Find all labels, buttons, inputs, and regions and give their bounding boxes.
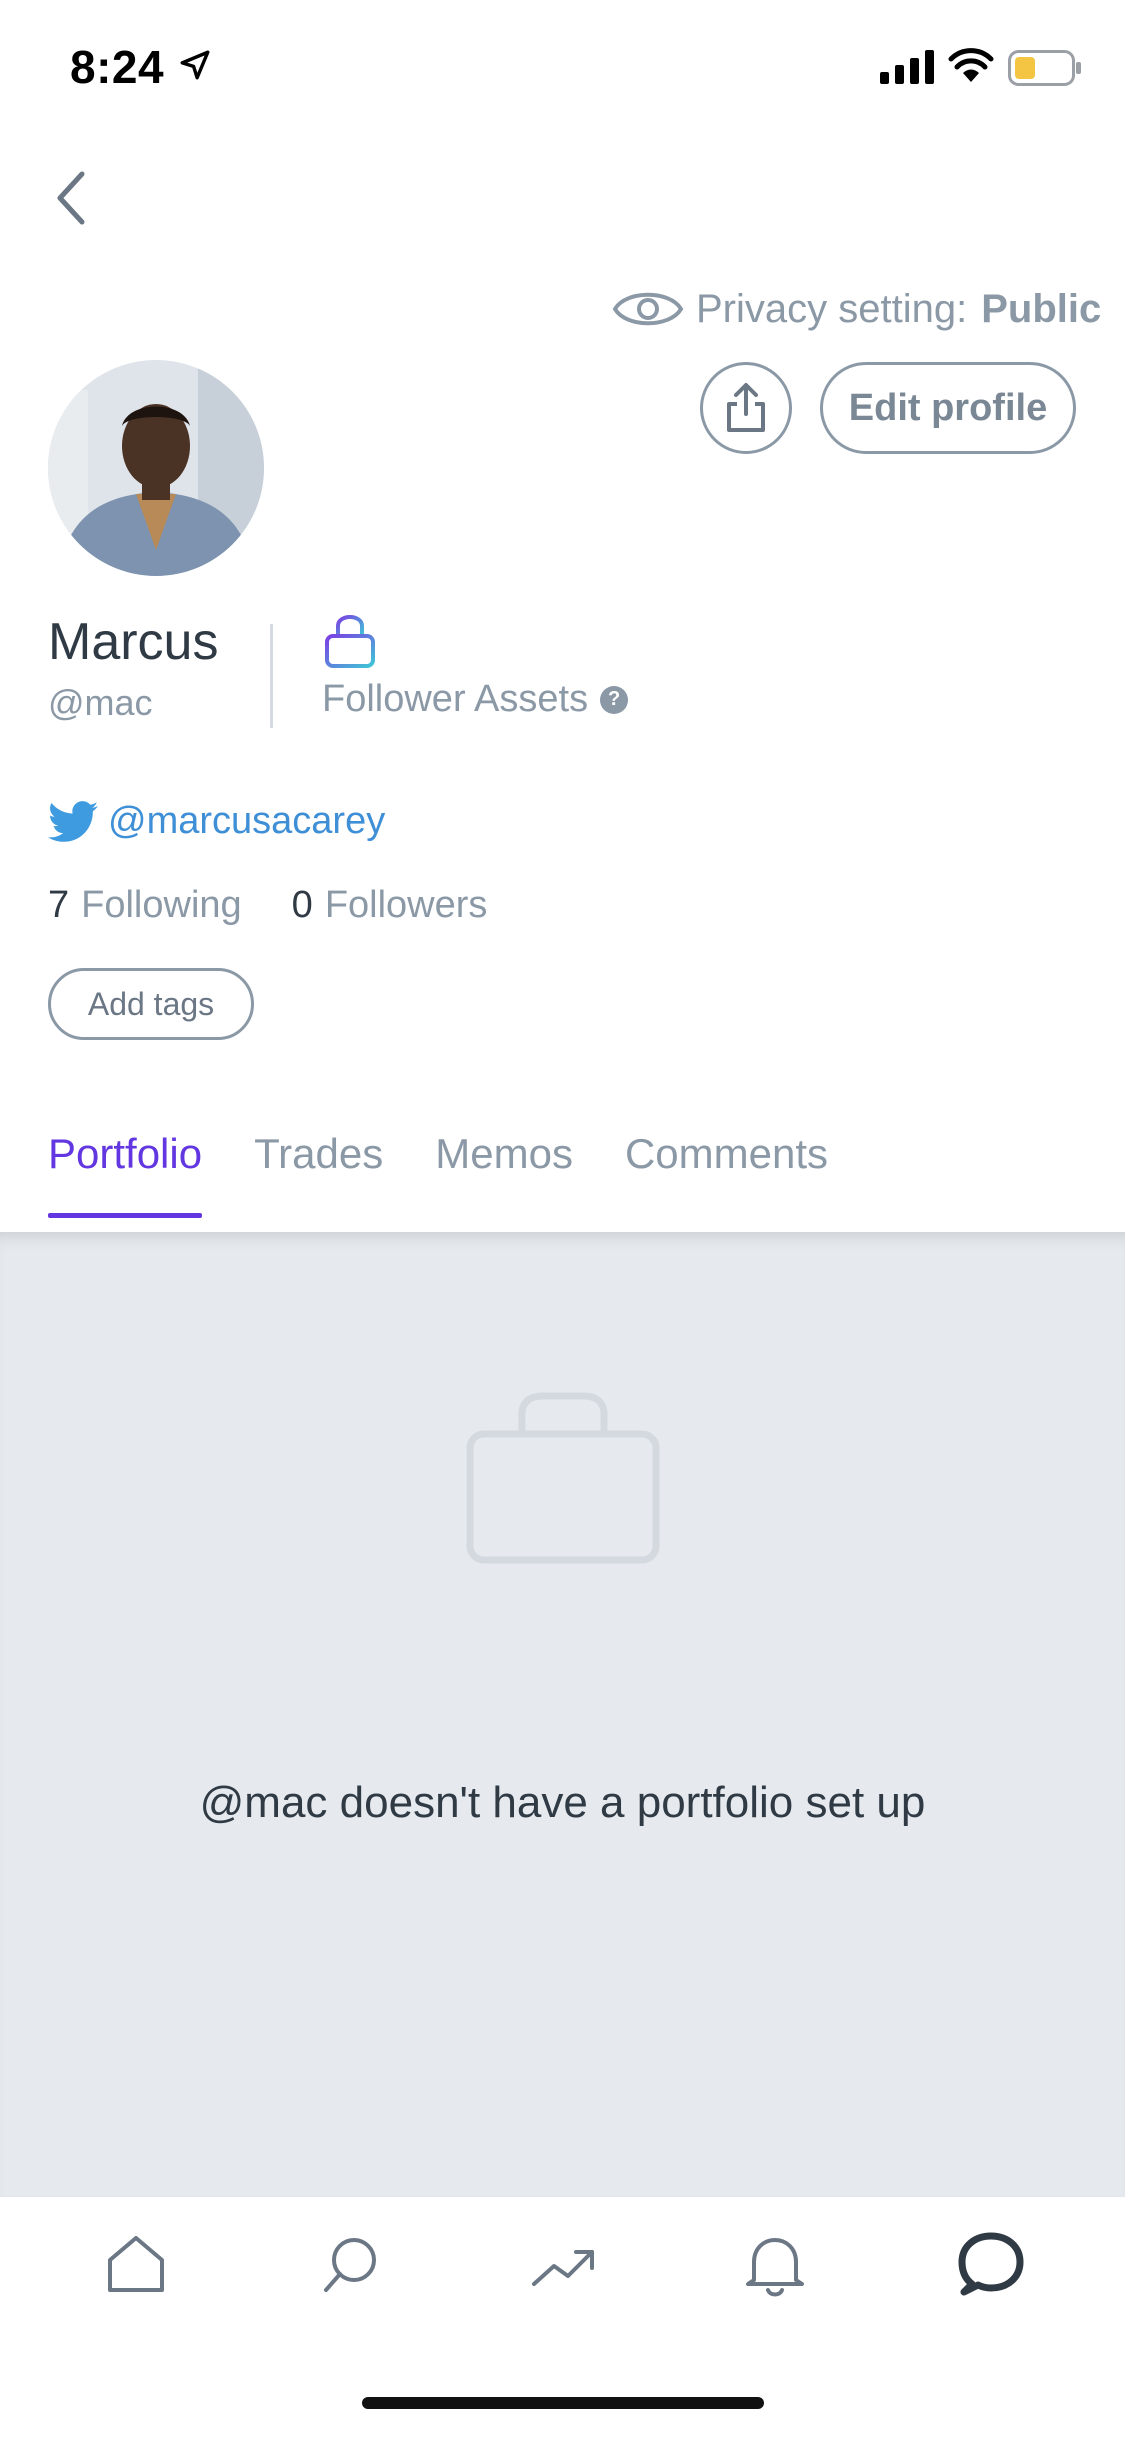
profile-handle: @mac bbox=[48, 682, 153, 723]
portfolio-empty-area bbox=[0, 1232, 1125, 2196]
back-chevron-icon[interactable] bbox=[52, 168, 88, 228]
twitter-bird-icon bbox=[48, 800, 98, 842]
followers-stat[interactable]: 0 Followers bbox=[292, 884, 488, 927]
followers-label: Followers bbox=[324, 884, 488, 926]
followers-count: 0 bbox=[291, 884, 313, 926]
follower-assets-label: Follower Assets bbox=[322, 678, 589, 720]
status-time: 8:24 bbox=[70, 41, 165, 93]
home-icon[interactable] bbox=[104, 2232, 168, 2296]
tab-comments[interactable]: Comments bbox=[625, 1130, 828, 1218]
follow-stats: 7 Following 0 Followers bbox=[48, 884, 487, 927]
profile-name: Marcus bbox=[48, 613, 219, 671]
help-icon[interactable]: ? bbox=[600, 685, 629, 714]
edit-profile-button[interactable]: Edit profile bbox=[820, 362, 1076, 454]
following-count: 7 bbox=[48, 884, 70, 926]
empty-state-message: @mac doesn't have a portfolio set up bbox=[199, 1778, 926, 1827]
add-tags-button[interactable]: Add tags bbox=[48, 968, 254, 1040]
eye-icon bbox=[612, 292, 684, 326]
chat-icon[interactable] bbox=[958, 2232, 1024, 2296]
privacy-setting[interactable]: Privacy setting: Public bbox=[612, 282, 1101, 336]
share-icon bbox=[727, 383, 765, 432]
avatar bbox=[48, 360, 264, 576]
follower-assets[interactable]: Follower Assets ? bbox=[322, 678, 629, 721]
lock-icon bbox=[325, 615, 375, 668]
privacy-value: Public bbox=[981, 286, 1102, 331]
briefcase-icon bbox=[466, 1392, 660, 1564]
battery-icon bbox=[1008, 50, 1081, 86]
following-label: Following bbox=[81, 884, 242, 926]
tab-memos[interactable]: Memos bbox=[435, 1130, 573, 1218]
search-icon[interactable] bbox=[318, 2232, 382, 2296]
bell-icon[interactable] bbox=[744, 2232, 806, 2298]
tab-portfolio[interactable]: Portfolio bbox=[48, 1130, 203, 1218]
privacy-label: Privacy setting: bbox=[696, 286, 968, 331]
trending-icon[interactable] bbox=[530, 2232, 598, 2296]
cellular-signal-icon bbox=[880, 50, 934, 84]
location-arrow-icon bbox=[180, 50, 210, 80]
share-button[interactable] bbox=[700, 362, 792, 454]
home-indicator bbox=[362, 2397, 764, 2409]
tab-trades[interactable]: Trades bbox=[254, 1130, 383, 1218]
wifi-icon bbox=[948, 48, 994, 82]
following-stat[interactable]: 7 Following bbox=[48, 884, 242, 927]
divider bbox=[270, 624, 273, 728]
profile-tabs: Portfolio Trades Memos Comments bbox=[48, 1130, 880, 1218]
twitter-handle: @marcusacarey bbox=[108, 800, 386, 842]
twitter-link[interactable]: @marcusacarey bbox=[48, 800, 385, 843]
